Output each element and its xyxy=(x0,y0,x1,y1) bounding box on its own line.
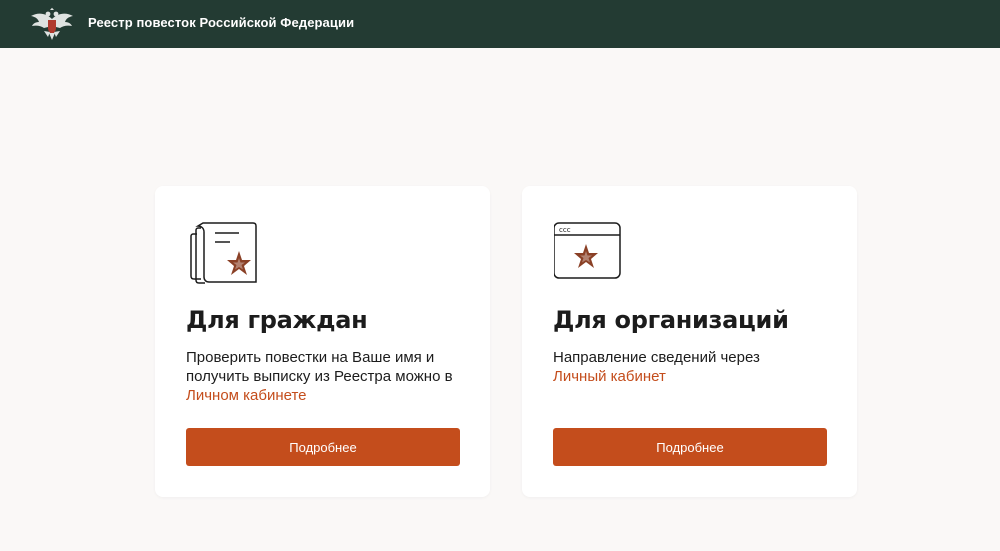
citizens-personal-account-link[interactable]: Личном кабинете xyxy=(186,387,307,404)
organizations-personal-account-link[interactable]: Личный кабинет xyxy=(553,368,666,385)
organizations-card: ccc Для организаций Направление сведений… xyxy=(522,186,857,497)
citizens-more-button[interactable]: Подробнее xyxy=(186,428,460,466)
citizens-card: Для граждан Проверить повестки на Ваше и… xyxy=(155,186,490,497)
citizens-card-title: Для граждан xyxy=(186,306,368,334)
organizations-more-button[interactable]: Подробнее xyxy=(553,428,827,466)
site-title[interactable]: Реестр повесток Российской Федерации xyxy=(88,15,354,30)
organizations-card-title: Для организаций xyxy=(553,306,789,334)
document-star-icon xyxy=(187,220,267,297)
citizens-card-text: Проверить повестки на Ваше имя и получит… xyxy=(186,349,453,385)
browser-window-star-icon: ccc xyxy=(553,220,634,297)
top-header: Реестр повесток Российской Федерации xyxy=(0,0,1000,48)
organizations-card-description: Направление сведений через Личный кабине… xyxy=(553,348,843,386)
svg-text:ccc: ccc xyxy=(559,226,571,234)
organizations-card-text: Направление сведений через xyxy=(553,349,760,366)
citizens-card-description: Проверить повестки на Ваше имя и получит… xyxy=(186,348,476,405)
double-headed-eagle-emblem-icon[interactable] xyxy=(29,7,75,41)
